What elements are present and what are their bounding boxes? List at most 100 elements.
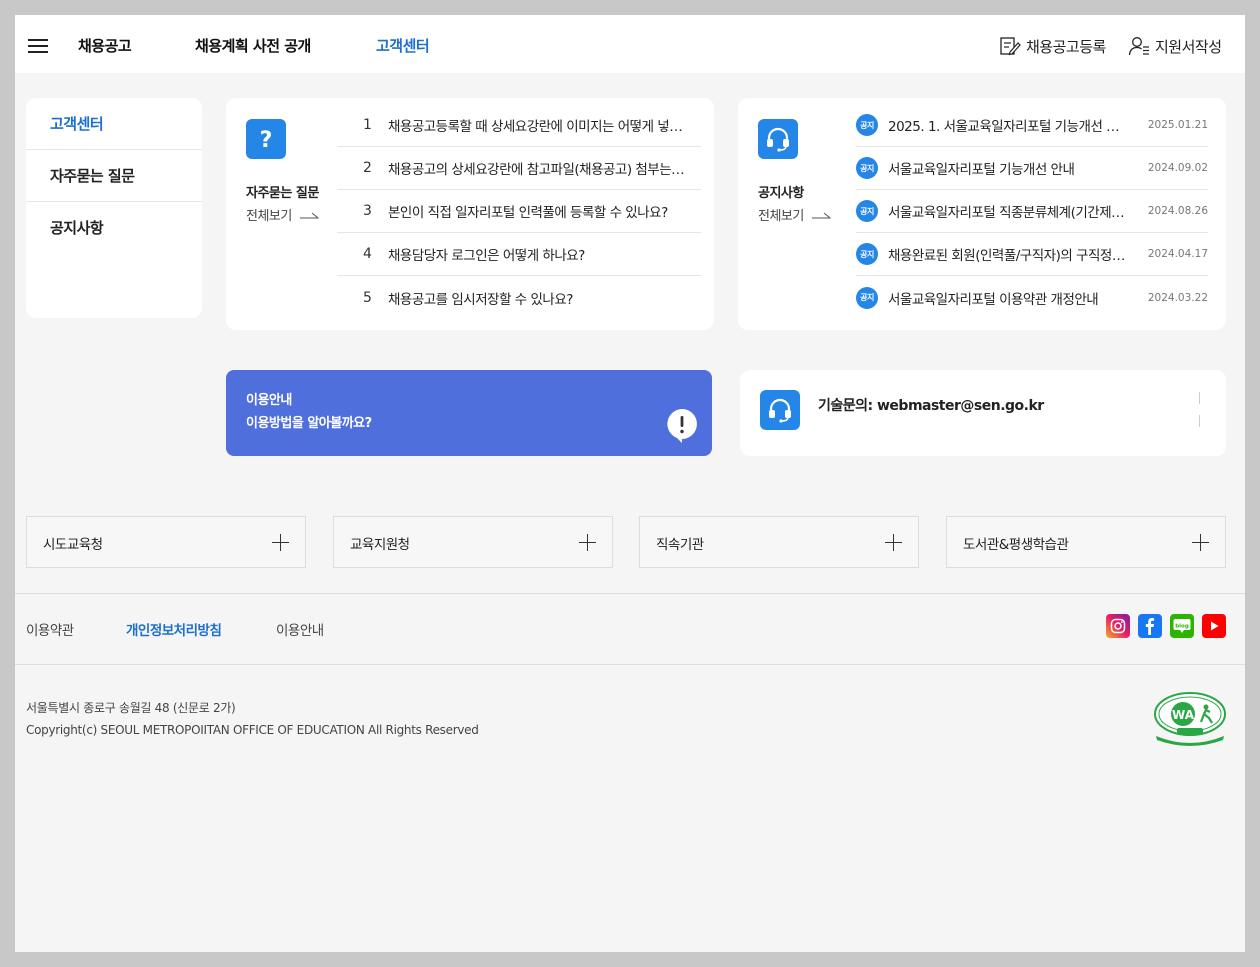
plus-icon [579, 534, 596, 551]
notice-text: 채용완료된 회원(인력풀/구직자)의 구직정보 비공개 안내 [888, 248, 1128, 264]
site-link-label: 직속기관 [656, 537, 704, 553]
blog-icon[interactable]: blog [1170, 614, 1194, 638]
register-job-link[interactable]: 채용공고등록 [999, 35, 1106, 57]
notice-title: 공지사항 [758, 186, 804, 201]
site-link-library[interactable]: 도서관&평생학습관 [946, 516, 1226, 568]
plus-icon [272, 534, 289, 551]
notice-panel: 공지사항 전체보기 공지 2025. 1. 서울교육일자리포털 기능개선 안내 20… [738, 98, 1226, 330]
side-item-notice[interactable]: 공지사항 [26, 202, 202, 254]
notice-item[interactable]: 공지 서울교육일자리포털 이용약관 개정안내 2024.03.22 [856, 276, 1208, 319]
notice-item[interactable]: 공지 서울교육일자리포털 직종분류체계(기간제교원) 변경 안내 2024.08.2… [856, 190, 1208, 233]
web-accessibility-mark-icon: WA [1154, 692, 1226, 746]
site-link-district-office[interactable]: 교육지원청 [333, 516, 613, 568]
faq-item[interactable]: 5 채용공고를 임시저장할 수 있나요? [337, 276, 701, 319]
faq-view-all-link[interactable]: 전체보기 [246, 205, 320, 224]
register-job-label: 채용공고등록 [1026, 37, 1106, 56]
plus-icon [885, 534, 902, 551]
usage-guide-banner[interactable]: 이용안내 이용방법을 알아볼까요? [226, 370, 712, 456]
user-doc-icon [1128, 37, 1149, 56]
site-link-label: 도서관&평생학습관 [963, 537, 1069, 553]
footer-copyright: Copyright(c) SEOUL METROPOIITAN OFFICE O… [26, 723, 479, 737]
headset-icon [760, 390, 800, 430]
menu-icon[interactable] [28, 38, 48, 54]
side-menu: 고객센터 자주묻는 질문 공지사항 [26, 98, 202, 318]
write-application-link[interactable]: 지원서작성 [1128, 35, 1222, 57]
faq-panel: ? 자주묻는 질문 전체보기 1 채용공고등록할 때 상세요강란에 이미지는 어떻… [226, 98, 714, 330]
write-application-label: 지원서작성 [1155, 37, 1222, 56]
notice-item[interactable]: 공지 서울교육일자리포털 기능개선 안내 2024.09.02 [856, 147, 1208, 190]
faq-number: 3 [363, 203, 372, 219]
svg-text:?: ? [260, 128, 273, 152]
notice-view-all-label: 전체보기 [758, 209, 804, 224]
footer-address: 서울특별시 종로구 송월길 48 (신문로 2가) [26, 701, 236, 715]
faq-item[interactable]: 1 채용공고등록할 때 상세요강란에 이미지는 어떻게 넣나요? [337, 104, 701, 147]
faq-item[interactable]: 2 채용공고의 상세요강란에 참고파일(채용공고) 첨부는 어떻게 하나요? [337, 147, 701, 190]
notice-item[interactable]: 공지 2025. 1. 서울교육일자리포털 기능개선 안내 2025.01.21 [856, 104, 1208, 147]
faq-item[interactable]: 3 본인이 직접 일자리포털 인력풀에 등록할 수 있나요? [337, 190, 701, 233]
side-item-customer-center[interactable]: 고객센터 [26, 98, 202, 150]
notice-badge: 공지 [856, 200, 878, 222]
youtube-icon[interactable] [1202, 614, 1226, 638]
side-item-faq[interactable]: 자주묻는 질문 [26, 150, 202, 202]
notice-date: 2025.01.21 [1147, 119, 1208, 131]
nav-job-posting[interactable]: 채용공고 [78, 35, 132, 56]
instagram-icon[interactable] [1106, 614, 1130, 638]
faq-question: 본인이 직접 일자리포털 인력풀에 등록할 수 있나요? [388, 205, 668, 221]
headset-icon [758, 119, 798, 159]
plus-icon [1192, 534, 1209, 551]
guide-subtitle: 이용방법을 알아볼까요? [246, 416, 372, 431]
footer-divider [15, 593, 1245, 594]
notice-text: 서울교육일자리포털 직종분류체계(기간제교원) 변경 안내 [888, 205, 1128, 221]
tech-contact-text: 기술문의: webmaster@sen.go.kr [818, 398, 1044, 414]
page: 채용공고 채용계획 사전 공개 고객센터 채용공고등록 지원서작성 고객센터 자… [15, 15, 1245, 952]
footer-link-terms[interactable]: 이용약관 [26, 619, 74, 639]
guide-title: 이용안내 [246, 393, 292, 408]
notice-list: 공지 2025. 1. 서울교육일자리포털 기능개선 안내 2025.01.21 공… [856, 104, 1208, 319]
notice-view-all-link[interactable]: 전체보기 [758, 205, 832, 224]
notice-text: 서울교육일자리포털 이용약관 개정안내 [888, 291, 1099, 308]
notice-badge: 공지 [856, 114, 878, 136]
faq-question: 채용공고를 임시저장할 수 있나요? [388, 291, 573, 308]
exclamation-bubble-icon [667, 409, 697, 443]
site-link-label: 시도교육청 [43, 537, 103, 553]
faq-question: 채용공고등록할 때 상세요강란에 이미지는 어떻게 넣나요? [388, 119, 688, 135]
faq-question: 채용공고의 상세요강란에 참고파일(채용공고) 첨부는 어떻게 하나요? [388, 162, 688, 178]
nav-customer-center[interactable]: 고객센터 [376, 35, 430, 56]
arrow-right-icon [811, 212, 832, 218]
notice-date: 2024.04.17 [1147, 248, 1208, 260]
faq-number: 2 [363, 160, 372, 176]
site-link-label: 교육지원청 [350, 537, 410, 553]
notice-text: 2025. 1. 서울교육일자리포털 기능개선 안내 [888, 119, 1128, 135]
faq-number: 1 [363, 117, 372, 133]
facebook-icon[interactable] [1138, 614, 1162, 638]
svg-text:WA: WA [1172, 708, 1195, 722]
faq-view-all-label: 전체보기 [246, 209, 292, 224]
footer-link-privacy[interactable]: 개인정보처리방침 [126, 619, 222, 639]
nav-hiring-plan[interactable]: 채용계획 사전 공개 [195, 35, 311, 56]
notice-badge: 공지 [856, 157, 878, 179]
pen-note-icon [1000, 37, 1021, 56]
notice-date: 2024.09.02 [1147, 162, 1208, 174]
faq-item[interactable]: 4 채용담당자 로그인은 어떻게 하나요? [337, 233, 701, 276]
faq-number: 5 [363, 289, 372, 306]
faq-title: 자주묻는 질문 [246, 186, 319, 201]
notice-badge: 공지 [856, 286, 878, 309]
notice-text: 서울교육일자리포털 기능개선 안내 [888, 162, 1075, 178]
question-icon: ? [246, 119, 286, 159]
arrow-right-icon [299, 212, 320, 218]
tech-contact-panel: 기술문의: webmaster@sen.go.kr [740, 370, 1226, 456]
notice-date: 2024.03.22 [1147, 291, 1208, 304]
site-link-provincial-office[interactable]: 시도교육청 [26, 516, 306, 568]
faq-question: 채용담당자 로그인은 어떻게 하나요? [388, 248, 585, 264]
footer-link-guide[interactable]: 이용안내 [276, 619, 324, 639]
notice-date: 2024.08.26 [1147, 205, 1208, 217]
site-link-affiliated-agency[interactable]: 직속기관 [639, 516, 919, 568]
faq-list: 1 채용공고등록할 때 상세요강란에 이미지는 어떻게 넣나요? 2 채용공고의 상… [337, 104, 701, 319]
faq-number: 4 [363, 246, 372, 262]
notice-item[interactable]: 공지 채용완료된 회원(인력풀/구직자)의 구직정보 비공개 안내 2024.04.… [856, 233, 1208, 276]
footer-divider [15, 664, 1245, 665]
svg-text:blog: blog [1175, 624, 1189, 630]
header: 채용공고 채용계획 사전 공개 고객센터 채용공고등록 지원서작성 [15, 15, 1245, 73]
divider-marks [1199, 392, 1200, 438]
notice-badge: 공지 [856, 243, 878, 265]
